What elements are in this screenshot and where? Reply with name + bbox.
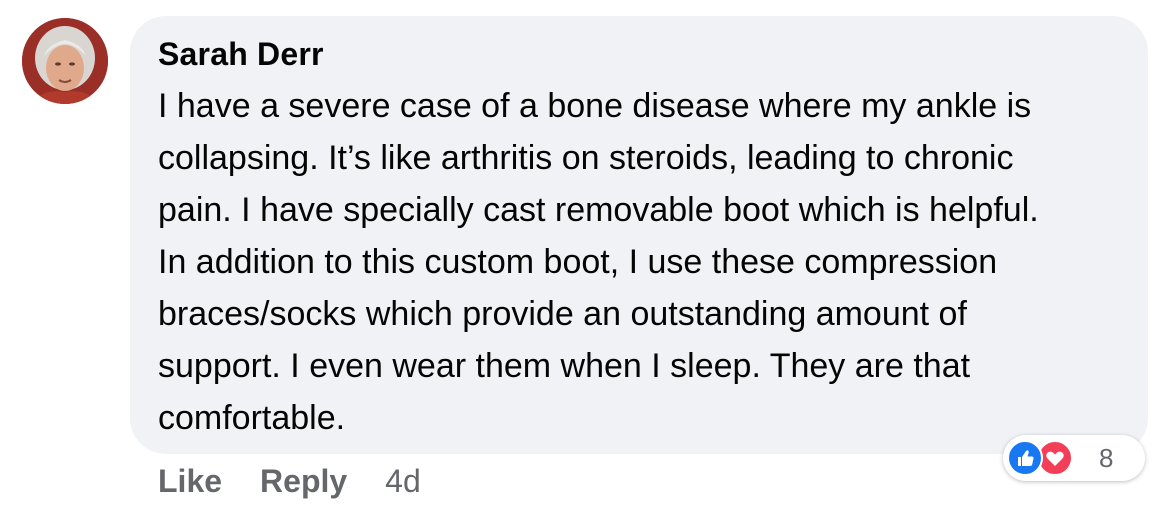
comment-timestamp[interactable]: 4d — [385, 463, 421, 500]
like-icon — [1007, 440, 1043, 476]
comment-author[interactable]: Sarah Derr — [158, 34, 1120, 74]
comment-text: I have a severe case of a bone disease w… — [158, 87, 1039, 437]
comment-actions: Like Reply 4d — [158, 458, 421, 504]
like-button[interactable]: Like — [158, 463, 222, 500]
reaction-count: 8 — [1099, 443, 1114, 473]
reply-button[interactable]: Reply — [260, 463, 347, 500]
comment-bubble: Sarah Derr I have a severe case of a bon… — [130, 16, 1148, 454]
avatar[interactable] — [22, 18, 108, 104]
reaction-summary[interactable]: 8 — [1003, 435, 1145, 481]
avatar-photo — [22, 18, 108, 104]
